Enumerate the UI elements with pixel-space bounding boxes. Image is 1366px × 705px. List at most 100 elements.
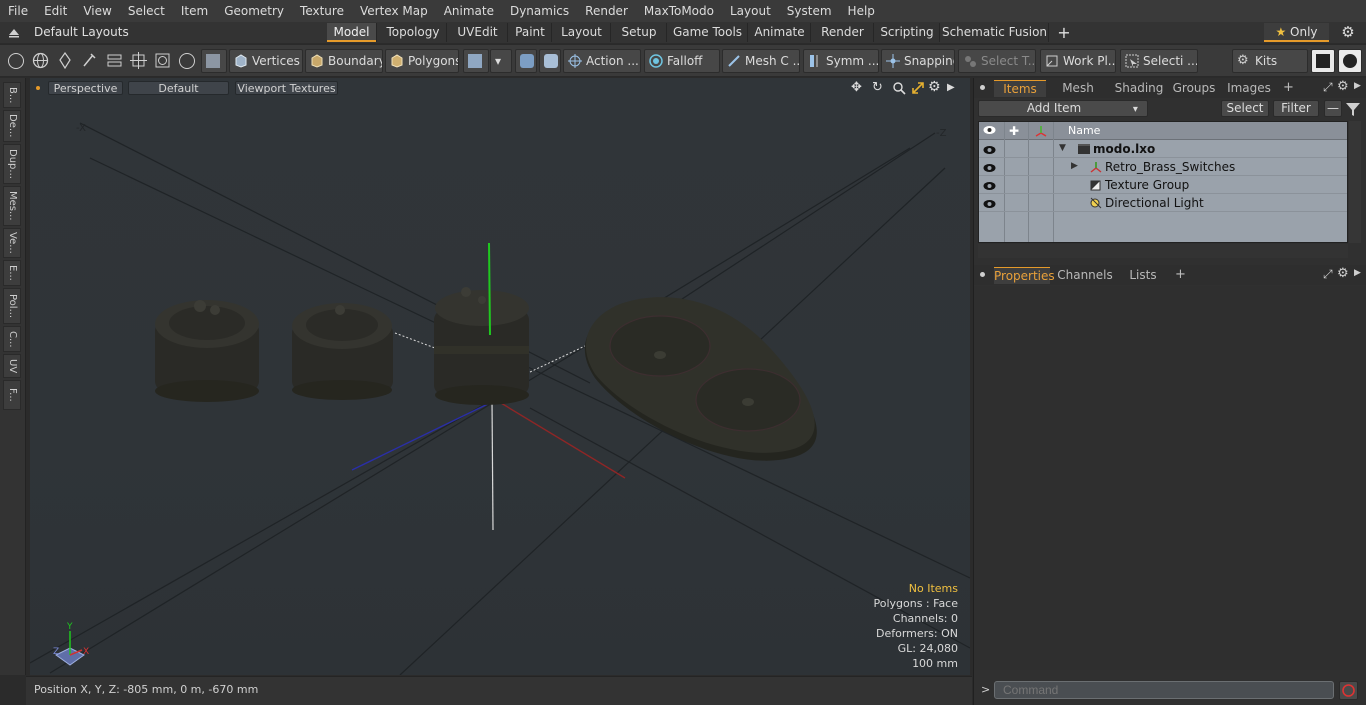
panel-menu-dot[interactable] [980, 85, 985, 90]
menu-help[interactable]: Help [840, 0, 883, 22]
filter-button[interactable]: Filter [1273, 100, 1319, 117]
tree-scrollbar[interactable] [1349, 121, 1361, 243]
select-through-button[interactable]: Select T... [958, 49, 1036, 73]
vertices-button[interactable]: Vertices [229, 49, 303, 73]
panel-expand-arrow-icon[interactable]: ▶ [1354, 81, 1361, 91]
add-tab-button[interactable]: + [1055, 23, 1073, 42]
only-toggle[interactable]: ★ Only [1264, 23, 1329, 42]
add-tab-plus[interactable]: + [1283, 80, 1294, 95]
falloff-button[interactable]: Falloff [644, 49, 720, 73]
viewport-textures-button[interactable]: Viewport Textures [235, 81, 338, 95]
menu-layout[interactable]: Layout [722, 0, 779, 22]
menu-edit[interactable]: Edit [36, 0, 75, 22]
side-tool-tab[interactable]: Dup... [3, 144, 21, 184]
tab-model[interactable]: Model [327, 23, 377, 42]
rotate-view-icon[interactable]: ↻ [872, 81, 886, 95]
clock-icon[interactable] [179, 53, 195, 69]
symmetry-y-button[interactable] [539, 49, 561, 73]
menu-file[interactable]: File [0, 0, 36, 22]
tab-images[interactable]: Images [1224, 80, 1274, 97]
command-input[interactable] [994, 681, 1334, 699]
symmetry-button[interactable]: Symm ... [803, 49, 879, 73]
menu-animate[interactable]: Animate [436, 0, 502, 22]
tab-layout[interactable]: Layout [553, 23, 611, 42]
tab-schematic-fusion[interactable]: Schematic Fusion [941, 23, 1049, 42]
tab-scripting[interactable]: Scripting [875, 23, 940, 42]
selection-sets-button[interactable]: Selecti ... [1120, 49, 1198, 73]
side-tool-tab[interactable]: UV [3, 354, 21, 378]
snapping-button[interactable]: Snapping [881, 49, 955, 73]
side-tool-tab[interactable]: C... [3, 326, 21, 352]
menu-geometry[interactable]: Geometry [216, 0, 292, 22]
item-mode-button[interactable] [201, 49, 227, 73]
panel-gear-icon[interactable]: ⚙ [1337, 266, 1349, 281]
side-tool-tab[interactable]: Mes... [3, 186, 21, 226]
symmetry-x-button[interactable] [515, 49, 537, 73]
tree-row[interactable]: ▶ Retro_Brass_Switches [979, 158, 1347, 176]
tab-render[interactable]: Render [812, 23, 874, 42]
globe-icon[interactable] [32, 52, 49, 69]
default-layouts-dropdown[interactable]: Default Layouts ▾ [34, 24, 134, 56]
viewport-menu-dot[interactable] [36, 86, 40, 90]
gear-icon[interactable]: ⚙ [1340, 24, 1356, 40]
menu-texture[interactable]: Texture [292, 0, 352, 22]
menu-system[interactable]: System [779, 0, 840, 22]
panel-expand-arrow-icon[interactable]: ▶ [1354, 268, 1361, 278]
frame-icon[interactable] [154, 52, 171, 69]
menu-select[interactable]: Select [120, 0, 173, 22]
perspective-button[interactable]: Perspective [48, 81, 123, 95]
visibility-eye-icon[interactable] [983, 144, 996, 154]
panel-gear-icon[interactable]: ⚙ [1337, 79, 1349, 94]
unity-button[interactable] [1311, 49, 1335, 73]
align-icon[interactable] [106, 52, 123, 69]
zoom-view-icon[interactable] [892, 81, 906, 95]
center-icon[interactable] [130, 52, 147, 69]
menu-dynamics[interactable]: Dynamics [502, 0, 577, 22]
tab-channels[interactable]: Channels [1054, 267, 1116, 284]
tab-groups[interactable]: Groups [1169, 80, 1219, 97]
record-icon[interactable] [1339, 681, 1358, 700]
select-circle-icon[interactable] [8, 53, 24, 69]
tab-mesh-ops[interactable]: Mesh Ops [1050, 80, 1106, 112]
visibility-eye-icon[interactable] [983, 198, 996, 208]
funnel-icon[interactable] [1345, 101, 1361, 117]
expand-panel-icon[interactable]: ⤢ [1323, 80, 1333, 95]
layout-menu-icon[interactable] [8, 26, 20, 38]
viewport-expand-icon[interactable]: ▶ [947, 81, 957, 95]
polygons-button[interactable]: Polygons [385, 49, 459, 73]
tree-resize-handle[interactable] [978, 244, 1348, 258]
mode-dropdown[interactable]: ▾ [490, 49, 512, 73]
side-tool-tab[interactable]: Pol... [3, 288, 21, 324]
tab-items[interactable]: Items [994, 80, 1046, 97]
pen-icon[interactable] [57, 51, 73, 70]
tab-topology[interactable]: Topology [380, 23, 447, 42]
side-tool-tab[interactable]: B... [3, 82, 21, 108]
expand-panel-icon[interactable]: ⤢ [1323, 267, 1333, 282]
mesh-constraint-button[interactable]: Mesh C ... [722, 49, 800, 73]
lock-column-icon[interactable]: ✚ [1009, 124, 1023, 138]
tree-row[interactable]: Directional Light [979, 194, 1347, 212]
collapsed-triangle-icon[interactable]: ▶ [1071, 161, 1078, 171]
default-shading-button[interactable]: Default [128, 81, 229, 95]
name-column-header[interactable]: Name [1068, 124, 1100, 137]
tab-game-tools[interactable]: Game Tools [668, 23, 748, 42]
move-view-icon[interactable]: ✥ [851, 81, 865, 95]
side-tool-tab[interactable]: E... [3, 260, 21, 286]
menu-maxtomodo[interactable]: MaxToModo [636, 0, 722, 22]
work-plane-button[interactable]: Work Pl... [1040, 49, 1116, 73]
select-button[interactable]: Select [1221, 100, 1269, 117]
panel-menu-dot[interactable] [980, 272, 985, 277]
boundary-button[interactable]: Boundary [305, 49, 383, 73]
item-tree[interactable]: ✚ Name ▼ modo.lxo ▶ Retro_Brass_Switches Tex… [978, 121, 1348, 243]
fit-view-icon[interactable] [911, 81, 925, 95]
visibility-eye-icon[interactable] [983, 162, 996, 172]
menu-render[interactable]: Render [577, 0, 636, 22]
tab-animate[interactable]: Animate [749, 23, 811, 42]
tree-row[interactable]: Texture Group [979, 176, 1347, 194]
material-mode-button[interactable] [463, 49, 489, 73]
type-column-icon[interactable] [1034, 124, 1048, 138]
side-tool-tab[interactable]: De... [3, 110, 21, 142]
tree-row[interactable]: ▼ modo.lxo [979, 140, 1347, 158]
tab-properties[interactable]: Properties [994, 267, 1055, 284]
collapse-button[interactable]: — [1324, 100, 1342, 117]
